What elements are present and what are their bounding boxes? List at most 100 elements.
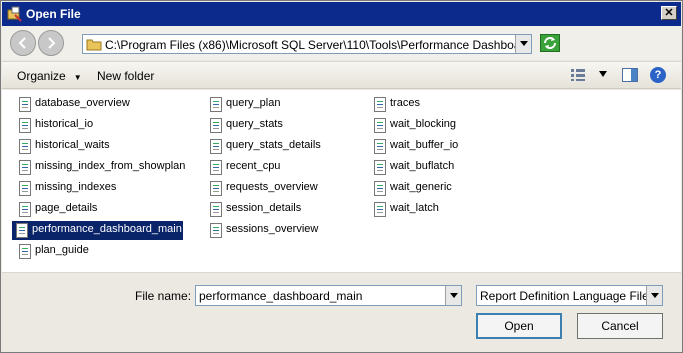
cancel-button[interactable]: Cancel bbox=[577, 313, 663, 339]
list-item[interactable]: requests_overview bbox=[207, 179, 367, 198]
file-name: traces bbox=[390, 97, 420, 109]
views-dropdown-icon[interactable] bbox=[599, 71, 607, 77]
file-name: sessions_overview bbox=[226, 223, 319, 235]
file-name-label: File name: bbox=[135, 289, 192, 303]
report-file-icon bbox=[19, 181, 31, 196]
file-type-dropdown-button[interactable] bbox=[646, 286, 662, 305]
navigation-bar: C:\Program Files (x86)\Microsoft SQL Ser… bbox=[2, 26, 681, 60]
report-file-icon bbox=[19, 160, 31, 175]
arrow-right-icon bbox=[48, 37, 56, 49]
report-file-icon bbox=[19, 97, 31, 112]
file-name: database_overview bbox=[35, 97, 130, 109]
file-name: wait_latch bbox=[390, 202, 439, 214]
address-dropdown-button[interactable] bbox=[515, 35, 531, 53]
organize-menu[interactable]: Organize ▼ bbox=[17, 69, 82, 83]
close-button[interactable]: ✕ bbox=[661, 6, 677, 20]
report-file-icon bbox=[210, 118, 222, 133]
file-name: historical_waits bbox=[35, 139, 110, 151]
list-item[interactable]: missing_indexes bbox=[16, 179, 196, 198]
list-item[interactable]: wait_generic bbox=[371, 179, 501, 198]
chevron-down-icon bbox=[651, 293, 659, 298]
file-name: missing_indexes bbox=[35, 181, 117, 193]
file-name: wait_buffer_io bbox=[390, 139, 459, 151]
report-file-icon bbox=[19, 118, 31, 133]
file-type-select[interactable]: Report Definition Language File bbox=[476, 285, 663, 306]
refresh-icon bbox=[544, 37, 556, 49]
report-file-icon bbox=[374, 202, 386, 217]
report-file-icon bbox=[210, 97, 222, 112]
preview-pane-icon[interactable] bbox=[622, 68, 638, 82]
list-item[interactable]: historical_io bbox=[16, 116, 196, 135]
file-name-dropdown-button[interactable] bbox=[445, 286, 461, 305]
file-name: session_details bbox=[226, 202, 302, 214]
list-item[interactable]: wait_blocking bbox=[371, 116, 501, 135]
list-item[interactable]: wait_buflatch bbox=[371, 158, 501, 177]
dialog-footer: File name: Report Definition Language Fi… bbox=[2, 274, 681, 352]
list-item[interactable]: database_overview bbox=[16, 95, 196, 114]
file-type-value: Report Definition Language File bbox=[480, 289, 649, 303]
report-file-icon bbox=[374, 139, 386, 154]
file-name: wait_buflatch bbox=[390, 160, 455, 172]
arrow-left-icon bbox=[18, 37, 26, 49]
file-name: plan_guide bbox=[35, 244, 89, 256]
file-name: page_details bbox=[35, 202, 98, 214]
file-name: query_plan bbox=[226, 97, 281, 109]
report-file-icon bbox=[19, 202, 31, 217]
report-file-icon bbox=[16, 223, 28, 238]
list-item[interactable]: sessions_overview bbox=[207, 221, 367, 240]
list-item[interactable]: query_plan bbox=[207, 95, 367, 114]
report-file-icon bbox=[210, 160, 222, 175]
list-item[interactable]: plan_guide bbox=[16, 242, 196, 261]
report-file-icon bbox=[210, 139, 222, 154]
file-name: recent_cpu bbox=[226, 160, 281, 172]
open-button[interactable]: Open bbox=[476, 313, 562, 339]
report-file-icon bbox=[210, 223, 222, 238]
file-name: missing_index_from_showplan bbox=[35, 160, 186, 172]
file-name: wait_blocking bbox=[390, 118, 457, 130]
title-bar: Open File ✕ bbox=[2, 2, 681, 26]
list-item[interactable]: wait_latch bbox=[371, 200, 501, 219]
list-item[interactable]: traces bbox=[371, 95, 501, 114]
chevron-down-icon bbox=[450, 293, 458, 298]
file-name: performance_dashboard_main bbox=[32, 223, 182, 235]
list-item[interactable]: session_details bbox=[207, 200, 367, 219]
list-item-selected[interactable]: performance_dashboard_main bbox=[12, 221, 183, 240]
list-item[interactable]: query_stats_details bbox=[207, 137, 367, 156]
back-button[interactable] bbox=[10, 30, 36, 56]
forward-button[interactable] bbox=[38, 30, 64, 56]
report-file-icon bbox=[19, 244, 31, 259]
file-name: requests_overview bbox=[226, 181, 318, 193]
new-folder-button[interactable]: New folder bbox=[97, 69, 154, 83]
window-title: Open File bbox=[26, 7, 81, 21]
report-file-icon bbox=[19, 139, 31, 154]
list-item[interactable]: recent_cpu bbox=[207, 158, 367, 177]
list-item[interactable]: historical_waits bbox=[16, 137, 196, 156]
chevron-down-icon bbox=[520, 41, 528, 46]
report-file-icon bbox=[374, 97, 386, 112]
report-file-icon bbox=[210, 202, 222, 217]
file-name: historical_io bbox=[35, 118, 94, 130]
address-bar[interactable]: C:\Program Files (x86)\Microsoft SQL Ser… bbox=[82, 34, 532, 54]
list-item[interactable]: wait_buffer_io bbox=[371, 137, 501, 156]
report-file-icon bbox=[210, 181, 222, 196]
file-list: database_overview historical_io historic… bbox=[2, 90, 681, 273]
refresh-button[interactable] bbox=[540, 34, 560, 52]
organize-label: Organize bbox=[17, 69, 66, 83]
open-file-icon bbox=[7, 6, 22, 22]
report-file-icon bbox=[374, 160, 386, 175]
file-name-input[interactable] bbox=[199, 288, 439, 304]
file-name-combobox bbox=[195, 285, 462, 306]
change-view-icon[interactable] bbox=[570, 68, 586, 82]
command-toolbar: Organize ▼ New folder ? bbox=[2, 61, 681, 89]
list-item[interactable]: query_stats bbox=[207, 116, 367, 135]
list-item[interactable]: page_details bbox=[16, 200, 196, 219]
file-name: query_stats bbox=[226, 118, 283, 130]
chevron-down-icon: ▼ bbox=[73, 73, 82, 82]
list-item[interactable]: missing_index_from_showplan bbox=[16, 158, 196, 177]
open-file-dialog: Open File ✕ C:\Program Files (x86)\Micro… bbox=[0, 0, 683, 353]
report-file-icon bbox=[374, 181, 386, 196]
file-name: wait_generic bbox=[390, 181, 452, 193]
folder-icon bbox=[86, 39, 102, 51]
help-icon[interactable]: ? bbox=[650, 67, 666, 83]
report-file-icon bbox=[374, 118, 386, 133]
